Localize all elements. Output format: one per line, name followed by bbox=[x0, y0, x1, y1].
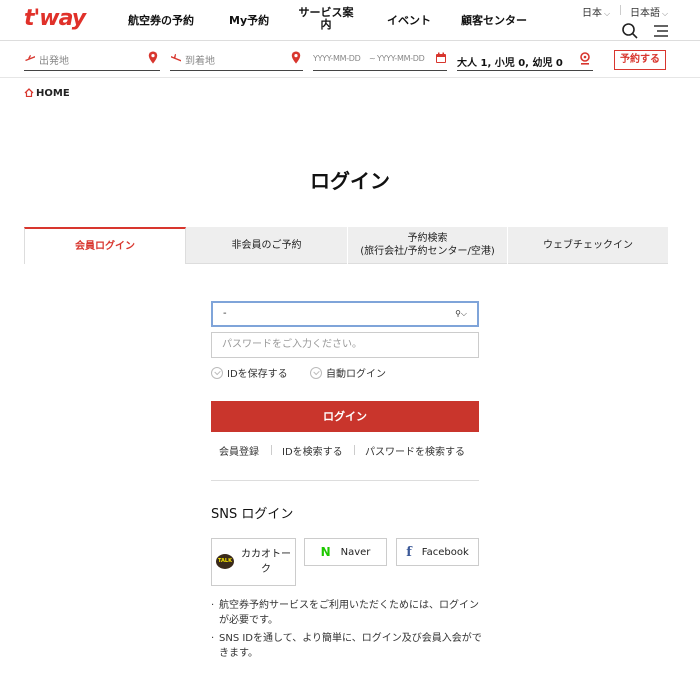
tab-booking-search[interactable]: 予約検索 (旅行会社/予約センター/空港) bbox=[348, 227, 507, 264]
date-range-field[interactable]: YYYY-MM-DD ~ YYYY-MM-DD bbox=[313, 49, 447, 71]
facebook-label: Facebook bbox=[421, 546, 469, 558]
save-id-checkbox[interactable]: IDを保存する bbox=[211, 365, 288, 380]
date-start: YYYY-MM-DD bbox=[313, 54, 361, 63]
auto-login-label: 自動ログイン bbox=[326, 369, 386, 380]
nav-service-info[interactable]: サービス案 内 bbox=[296, 7, 356, 31]
location-pin-icon bbox=[291, 51, 301, 64]
location-pin-icon bbox=[148, 51, 158, 64]
password-placeholder: パスワードをご入力ください。 bbox=[222, 339, 362, 350]
breadcrumb: HOME bbox=[24, 88, 70, 99]
tab-member-login[interactable]: 会員ログイン bbox=[24, 227, 186, 264]
section-divider bbox=[211, 480, 479, 481]
tab-web-checkin[interactable]: ウェブチェックイン bbox=[508, 227, 668, 264]
reserve-button[interactable]: 予約する bbox=[614, 50, 666, 70]
password-input[interactable]: パスワードをご入力ください。 bbox=[211, 332, 479, 358]
find-password-link[interactable]: パスワードを検索する bbox=[365, 443, 465, 458]
kakao-label: カカオトーク bbox=[241, 549, 291, 575]
country-label: 日本 bbox=[582, 8, 602, 19]
facebook-icon: f bbox=[406, 544, 412, 560]
calendar-icon bbox=[436, 52, 446, 63]
login-button[interactable]: ログイン bbox=[211, 401, 479, 432]
tab-non-member-booking[interactable]: 非会員のご予約 bbox=[186, 227, 347, 264]
note-item: SNS IDを通して、より簡単に、ログイン及び会員入会ができます。 bbox=[211, 631, 486, 661]
top-header: t'way 航空券の予約 My予約 サービス案 内 イベント 顧客センター 日本… bbox=[0, 0, 700, 40]
lang-divider bbox=[620, 5, 621, 15]
date-end: YYYY-MM-DD bbox=[377, 54, 425, 63]
kakao-login-button[interactable]: TALK カカオトーク bbox=[211, 538, 296, 586]
login-tabs: 会員ログイン 非会員のご予約 予約検索 (旅行会社/予約センター/空港) ウェブ… bbox=[24, 227, 668, 264]
tway-logo[interactable]: t'way bbox=[24, 6, 86, 31]
link-divider bbox=[271, 445, 272, 455]
nav-customer-center[interactable]: 顧客センター bbox=[461, 12, 527, 28]
chevron-down-icon: ⌵ bbox=[604, 9, 611, 18]
passenger-field[interactable]: 大人 1, 小児 0, 幼児 0 bbox=[457, 49, 593, 71]
departure-field[interactable]: 出発地 bbox=[24, 49, 160, 71]
date-separator: ~ bbox=[369, 54, 376, 63]
country-selector[interactable]: 日本 ⌵ bbox=[582, 4, 610, 19]
booking-bar: 出発地 到着地 YYYY-MM-DD ~ YYYY-MM-DD 大人 1, 小児… bbox=[0, 40, 700, 78]
save-id-label: IDを保存する bbox=[227, 369, 288, 380]
language-selector[interactable]: 日本語 ⌵ bbox=[630, 4, 668, 19]
facebook-login-button[interactable]: f Facebook bbox=[396, 538, 479, 566]
id-select[interactable]: - ⚲⌵ bbox=[211, 301, 479, 327]
chevron-down-icon: ⌵ bbox=[662, 9, 669, 18]
home-icon bbox=[24, 88, 34, 98]
arrival-field[interactable]: 到着地 bbox=[170, 49, 303, 71]
signup-link[interactable]: 会員登録 bbox=[219, 443, 259, 458]
passenger-count: 大人 1, 小児 0, 幼児 0 bbox=[457, 58, 563, 69]
id-select-value: - bbox=[223, 308, 227, 319]
chevron-down-icon: ⚲⌵ bbox=[455, 309, 467, 318]
nav-my-booking[interactable]: My予約 bbox=[229, 12, 269, 28]
kakao-talk-icon: TALK bbox=[216, 554, 234, 569]
arrival-placeholder: 到着地 bbox=[185, 56, 215, 67]
check-circle-icon bbox=[310, 367, 322, 379]
language-label: 日本語 bbox=[630, 8, 660, 19]
hamburger-menu-icon[interactable] bbox=[652, 22, 670, 40]
sns-login-title: SNS ログイン bbox=[211, 507, 294, 522]
takeoff-icon bbox=[25, 55, 35, 61]
auto-login-checkbox[interactable]: 自動ログイン bbox=[310, 365, 386, 380]
note-item: 航空券予約サービスをご利用いただくためには、ログインが必要です。 bbox=[211, 598, 486, 628]
landing-icon bbox=[171, 54, 181, 62]
nav-events[interactable]: イベント bbox=[387, 12, 431, 28]
person-icon bbox=[580, 52, 590, 65]
login-notes: 航空券予約サービスをご利用いただくためには、ログインが必要です。 SNS IDを… bbox=[211, 598, 486, 664]
check-circle-icon bbox=[211, 367, 223, 379]
departure-placeholder: 出発地 bbox=[39, 56, 69, 67]
page-title: ログイン bbox=[310, 169, 390, 193]
find-id-link[interactable]: IDを検索する bbox=[282, 443, 343, 458]
link-divider bbox=[354, 445, 355, 455]
breadcrumb-home[interactable]: HOME bbox=[36, 88, 70, 99]
naver-login-button[interactable]: N Naver bbox=[304, 538, 387, 566]
naver-icon: N bbox=[320, 545, 331, 559]
naver-label: Naver bbox=[340, 546, 371, 558]
search-icon[interactable] bbox=[621, 22, 639, 40]
nav-flight-booking[interactable]: 航空券の予約 bbox=[128, 12, 194, 28]
